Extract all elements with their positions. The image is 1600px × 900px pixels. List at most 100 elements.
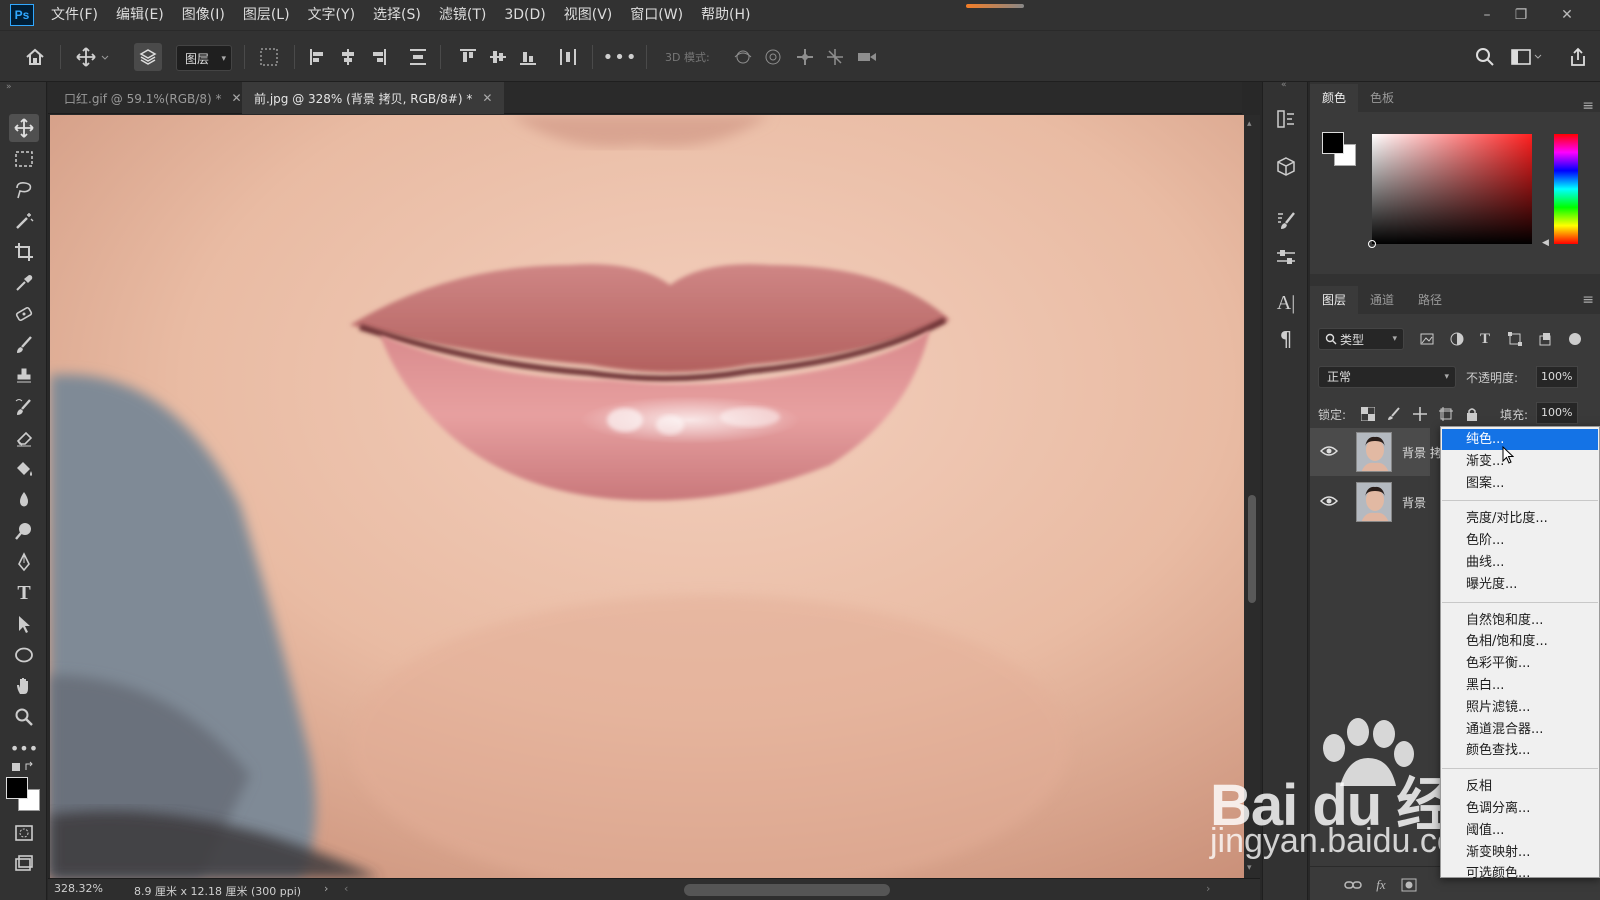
menu-item[interactable]: 视图(V)	[555, 0, 622, 30]
layer-row[interactable]: 背景	[1310, 478, 1430, 526]
paragraph-panel-icon[interactable]: ¶	[1271, 324, 1301, 354]
3d-panel-icon[interactable]	[1271, 152, 1301, 182]
scroll-right-icon[interactable]: ›	[1206, 882, 1210, 895]
menu-item[interactable]: 3D(D)	[495, 0, 554, 30]
adjustment-menu-item[interactable]: 曝光度...	[1442, 574, 1598, 595]
lock-all-icon[interactable]	[1462, 404, 1482, 424]
workspace-icon[interactable]	[1508, 43, 1544, 71]
tab-swatches[interactable]: 色板	[1358, 84, 1406, 112]
home-icon[interactable]	[20, 43, 50, 71]
adjustment-menu-item[interactable]: 色相/饱和度...	[1442, 631, 1598, 652]
filter-shape-icon[interactable]	[1504, 328, 1526, 350]
adjustment-menu-item[interactable]: 照片滤镜...	[1442, 697, 1598, 718]
move-tool-icon[interactable]	[9, 114, 39, 142]
3d-slide-icon[interactable]	[822, 43, 848, 71]
lasso-tool-icon[interactable]	[9, 176, 39, 204]
eyedropper-tool-icon[interactable]	[9, 269, 39, 297]
zoom-tool-icon[interactable]	[9, 703, 39, 731]
canvas-vertical-scroll-thumb[interactable]	[1248, 495, 1256, 603]
align-center-h-icon[interactable]	[336, 43, 360, 71]
zoom-level-field[interactable]: 328.32%	[54, 882, 103, 895]
align-left-icon[interactable]	[306, 43, 330, 71]
close-tab-icon[interactable]: ✕	[482, 91, 492, 105]
swap-colors-icon[interactable]	[9, 758, 39, 776]
close-window-button[interactable]: ✕	[1550, 0, 1584, 30]
marquee-tool-icon[interactable]	[9, 145, 39, 173]
adjustment-menu-item[interactable]: 颜色查找...	[1442, 740, 1598, 761]
crop-tool-icon[interactable]	[9, 238, 39, 266]
visibility-eye-icon[interactable]	[1319, 444, 1339, 458]
menu-item[interactable]: 帮助(H)	[692, 0, 759, 30]
eraser-tool-icon[interactable]	[9, 424, 39, 452]
fill-input[interactable]: 100%	[1536, 402, 1578, 424]
brush-tool-icon[interactable]	[9, 331, 39, 359]
adjustment-menu-item[interactable]: 通道混合器...	[1442, 719, 1598, 740]
3d-pan-icon[interactable]	[792, 43, 818, 71]
tab-channels[interactable]: 通道	[1358, 286, 1406, 314]
document-tab[interactable]: 口红.gif @ 59.1%(RGB/8) * ✕	[52, 82, 254, 114]
history-brush-tool-icon[interactable]	[9, 393, 39, 421]
menu-item[interactable]: 文字(Y)	[299, 0, 364, 30]
brush-settings-icon[interactable]	[1271, 206, 1301, 236]
adjustment-menu-item[interactable]: 阈值...	[1442, 820, 1598, 841]
paint-bucket-tool-icon[interactable]	[9, 455, 39, 483]
align-bottom-icon[interactable]	[516, 43, 540, 71]
foreground-color-swatch[interactable]	[1322, 132, 1344, 154]
layer-row[interactable]: 背景 拷	[1310, 428, 1442, 476]
menu-item[interactable]: 滤镜(T)	[430, 0, 495, 30]
visibility-eye-icon[interactable]	[1319, 494, 1339, 508]
adjustment-menu-item[interactable]: 反相	[1442, 776, 1598, 797]
scroll-down-icon[interactable]: ▾	[1247, 863, 1252, 873]
adjustment-menu-item[interactable]: 黑白...	[1442, 675, 1598, 696]
tab-layers[interactable]: 图层	[1310, 286, 1359, 314]
align-right-icon[interactable]	[366, 43, 390, 71]
lock-position-icon[interactable]	[1410, 404, 1430, 424]
expand-panels-icon[interactable]: «	[1281, 80, 1287, 90]
adjustment-menu-item[interactable]: 自然饱和度...	[1442, 610, 1598, 631]
adjustment-menu-item[interactable]: 色阶...	[1442, 530, 1598, 551]
hue-slider-marker[interactable]: ◀	[1542, 238, 1549, 248]
filter-pixel-icon[interactable]	[1416, 328, 1438, 350]
filter-adjustment-icon[interactable]	[1446, 328, 1468, 350]
healing-brush-tool-icon[interactable]	[9, 300, 39, 328]
align-middle-v-icon[interactable]	[486, 43, 510, 71]
opacity-input[interactable]: 100%	[1536, 366, 1578, 388]
panel-menu-icon[interactable]: ≡	[1582, 292, 1594, 308]
menu-item[interactable]: 编辑(E)	[107, 0, 173, 30]
hand-tool-icon[interactable]	[9, 672, 39, 700]
blend-mode-dropdown[interactable]: 正常 ▾	[1318, 366, 1456, 388]
menu-item[interactable]: 图层(L)	[234, 0, 299, 30]
tab-color[interactable]: 颜色	[1310, 84, 1359, 112]
filter-toggle-icon[interactable]	[1564, 328, 1586, 350]
distribute-horizontal-icon[interactable]	[556, 43, 580, 71]
adjustments-icon[interactable]	[1271, 242, 1301, 272]
adjustment-menu-item[interactable]: 曲线...	[1442, 552, 1598, 573]
blur-tool-icon[interactable]	[9, 486, 39, 514]
layer-style-fx-icon[interactable]: fx	[1370, 875, 1392, 895]
more-options-icon[interactable]: •••	[603, 43, 637, 71]
move-tool-preset-icon[interactable]	[72, 43, 116, 71]
link-layers-icon[interactable]	[1342, 875, 1364, 895]
distribute-vertical-icon[interactable]	[406, 43, 430, 71]
transform-controls-icon[interactable]	[256, 43, 282, 71]
menu-item[interactable]: 文件(F)	[42, 0, 107, 30]
quick-mask-icon[interactable]	[9, 819, 39, 847]
adjustment-menu-item[interactable]: 图案...	[1442, 473, 1598, 494]
magic-wand-tool-icon[interactable]	[9, 207, 39, 235]
3d-roll-icon[interactable]	[760, 43, 786, 71]
auto-select-target-dropdown[interactable]: 图层 ▾	[176, 45, 232, 71]
minimize-button[interactable]: –	[1470, 0, 1504, 30]
menu-item[interactable]: 窗口(W)	[621, 0, 692, 30]
adjustment-menu-item[interactable]: 可选颜色...	[1442, 863, 1598, 884]
tab-paths[interactable]: 路径	[1406, 286, 1454, 314]
menu-item[interactable]: 图像(I)	[173, 0, 234, 30]
adjustment-menu-item[interactable]: 纯色...	[1442, 429, 1598, 450]
collapse-toolbar-icon[interactable]: »	[6, 82, 12, 92]
color-field-marker[interactable]	[1368, 240, 1376, 248]
ellipse-tool-icon[interactable]	[9, 641, 39, 669]
path-selection-tool-icon[interactable]	[9, 610, 39, 638]
close-tab-icon[interactable]: ✕	[231, 91, 241, 105]
menu-item[interactable]: 选择(S)	[364, 0, 430, 30]
type-tool-icon[interactable]: T	[9, 579, 39, 607]
pen-tool-icon[interactable]	[9, 548, 39, 576]
